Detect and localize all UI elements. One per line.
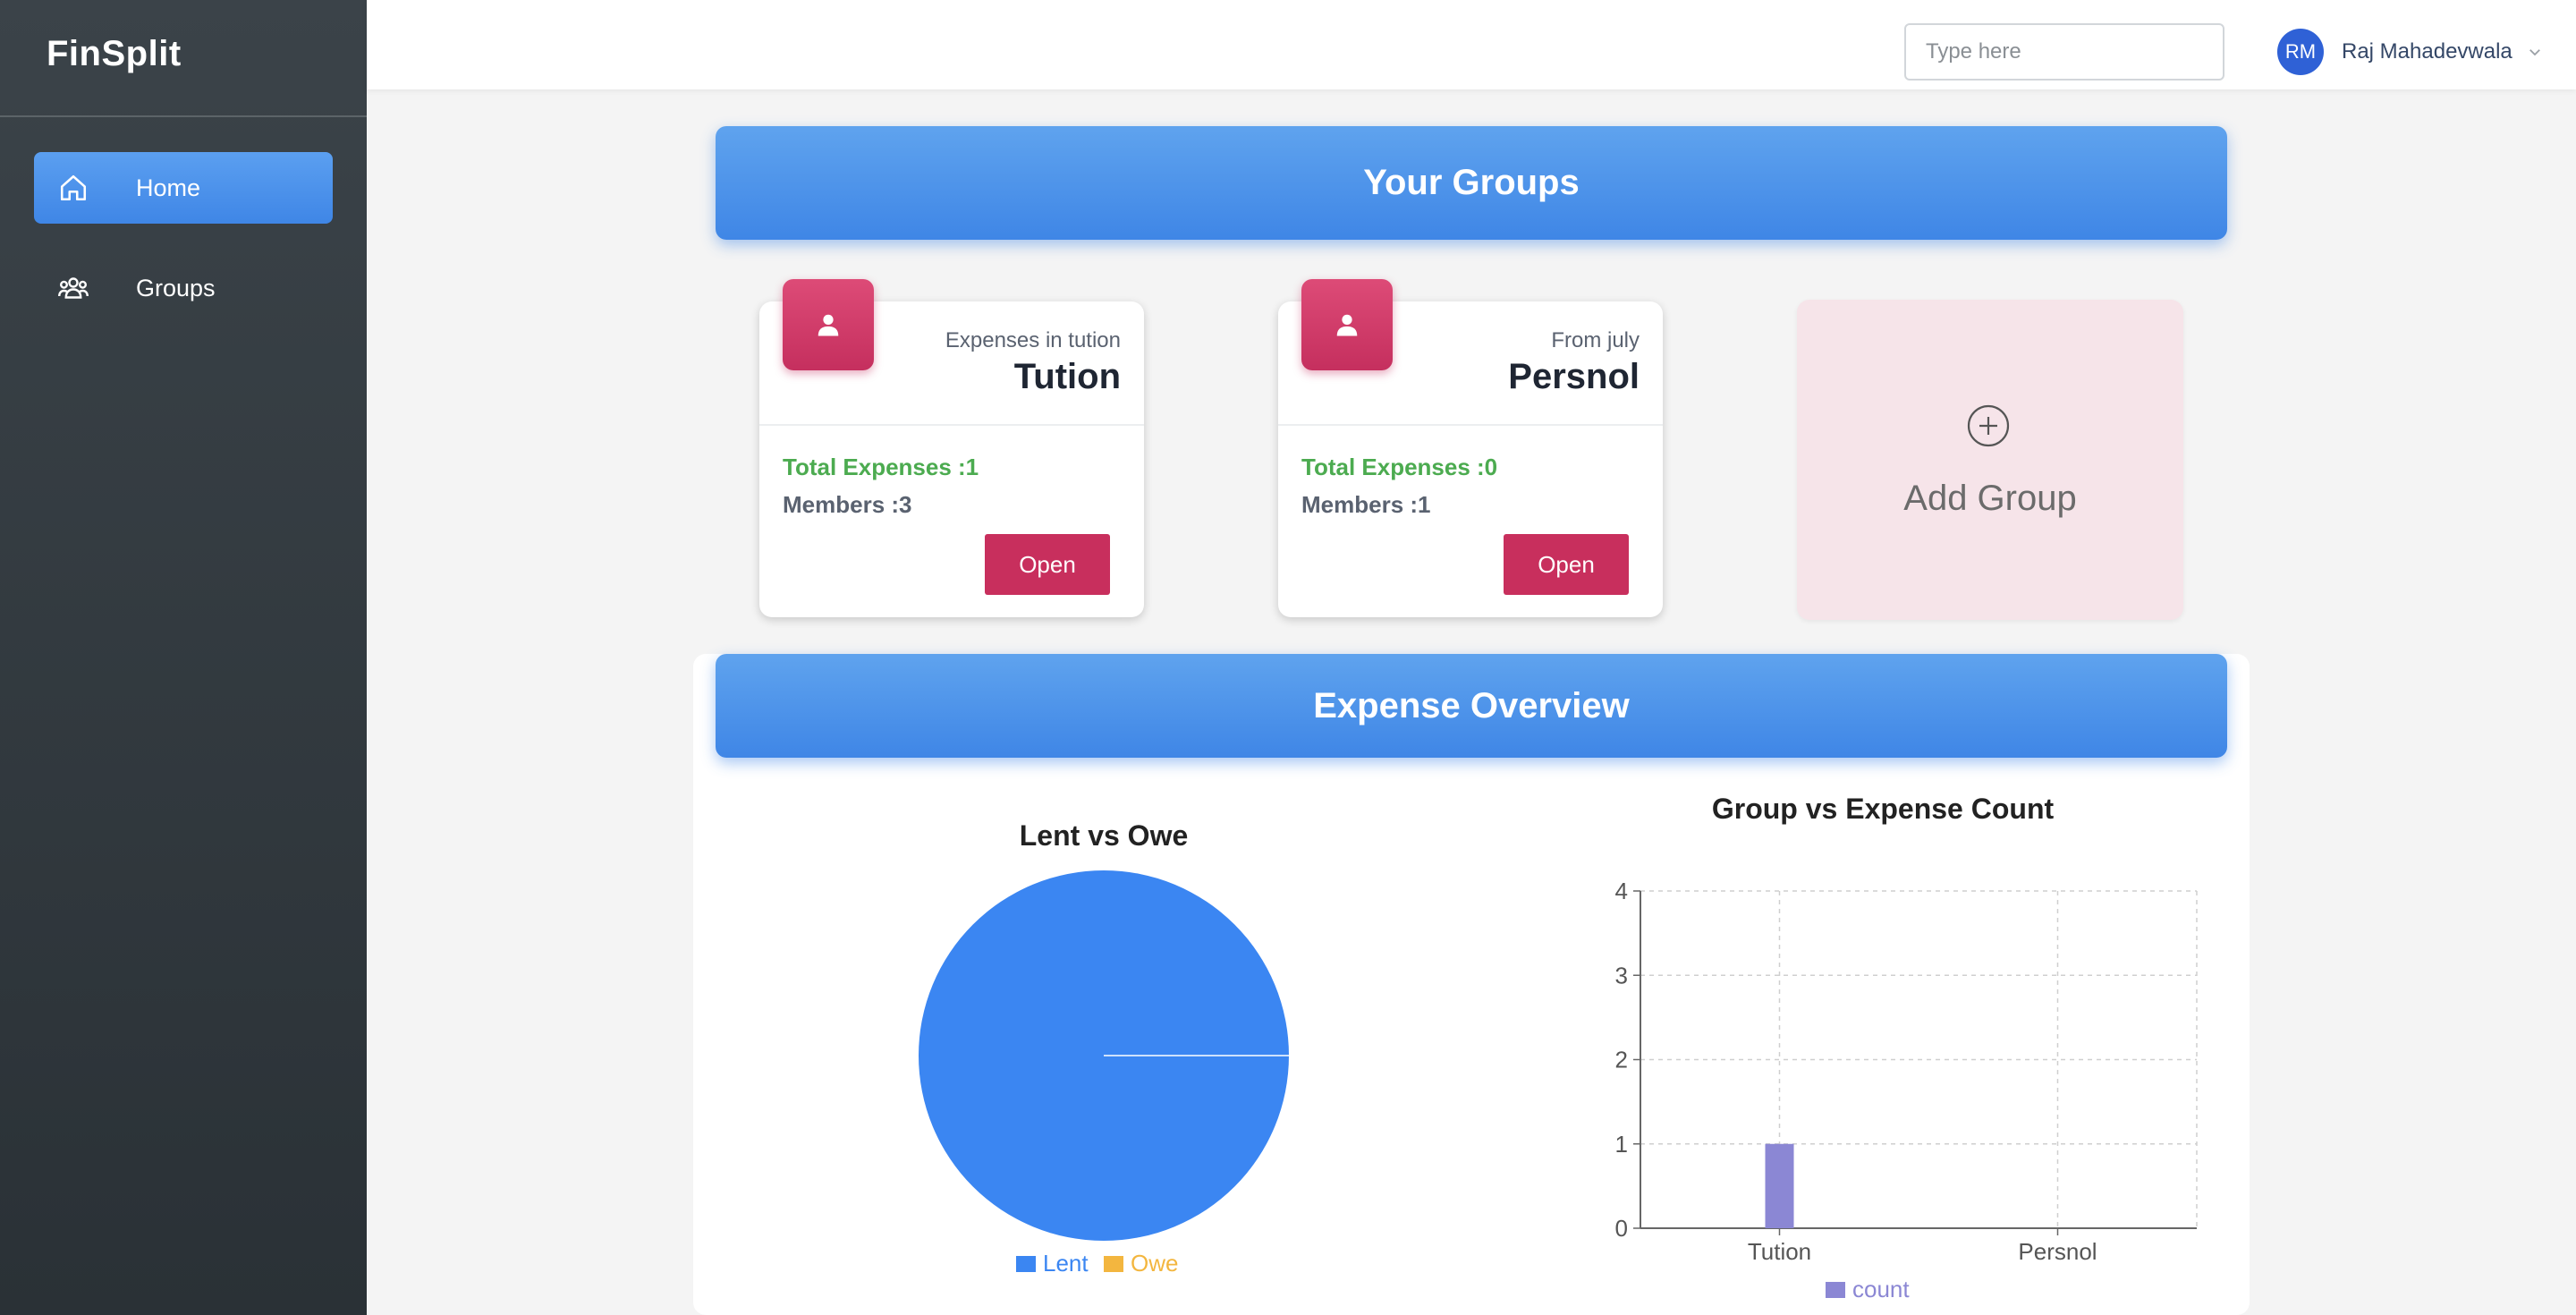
legend-item-count[interactable]: count [1826, 1276, 1910, 1303]
y-tick-label: 1 [1615, 1131, 1628, 1158]
legend-item-lent[interactable]: Lent [1016, 1250, 1089, 1277]
legend-label: count [1852, 1276, 1910, 1302]
y-tick-label: 2 [1615, 1047, 1628, 1073]
legend-swatch [1016, 1255, 1036, 1272]
legend-item-owe[interactable]: Owe [1104, 1250, 1178, 1277]
legend-swatch [1104, 1255, 1123, 1272]
x-tick-label: Persnol [2018, 1238, 2097, 1265]
legend-label: Owe [1131, 1250, 1179, 1277]
legend-swatch [1826, 1281, 1845, 1298]
y-tick-label: 4 [1615, 878, 1628, 904]
x-tick-label: Tution [1748, 1238, 1811, 1265]
bar-tution [1765, 1143, 1794, 1228]
legend-label: Lent [1043, 1250, 1089, 1277]
y-tick-label: 0 [1615, 1215, 1628, 1242]
charts-canvas: 0 1 2 3 4 Tution Persnol [919, 870, 2198, 1265]
y-tick-label: 3 [1615, 962, 1628, 988]
